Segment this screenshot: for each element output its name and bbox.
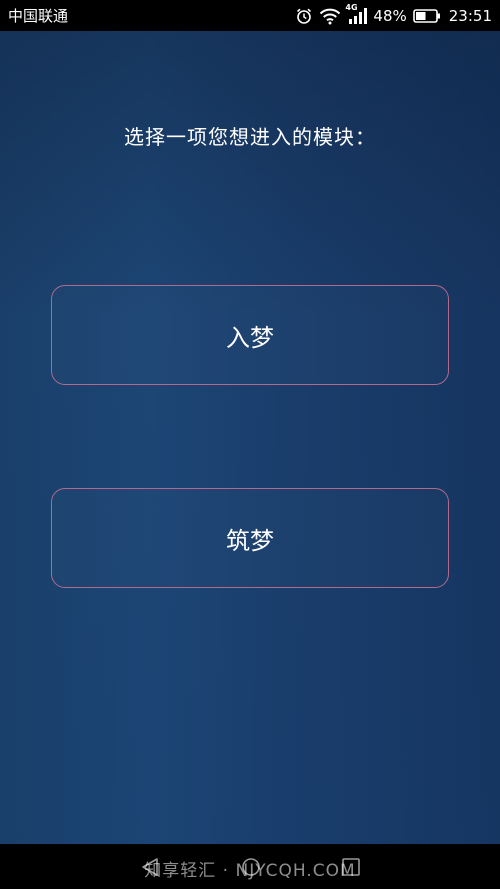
battery-icon	[412, 8, 441, 24]
battery-percent: 48%	[373, 6, 407, 25]
network-type-label: 4G	[345, 2, 358, 12]
clock: 23:51	[448, 6, 492, 25]
module-button-rumeng[interactable]: 入梦	[51, 285, 449, 385]
app-screen: 选择一项您想进入的模块： 入梦 筑梦	[0, 31, 500, 844]
module-button-label: 入梦	[226, 323, 274, 352]
recent-apps-icon[interactable]	[336, 852, 366, 882]
wifi-icon	[319, 7, 341, 25]
module-button-zhumeng[interactable]: 筑梦	[51, 488, 449, 588]
module-button-label: 筑梦	[226, 526, 274, 555]
home-icon[interactable]	[236, 852, 266, 882]
status-bar: 中国联通 4G 48% 23:51	[0, 0, 500, 31]
signal-icon: 4G	[345, 3, 368, 25]
carrier-label: 中国联通	[8, 7, 69, 25]
module-prompt: 选择一项您想进入的模块：	[124, 125, 376, 149]
back-icon[interactable]	[135, 852, 165, 882]
navigation-bar: 知享轻汇 · NJYCQH.COM	[0, 844, 500, 889]
alarm-icon	[295, 7, 313, 25]
